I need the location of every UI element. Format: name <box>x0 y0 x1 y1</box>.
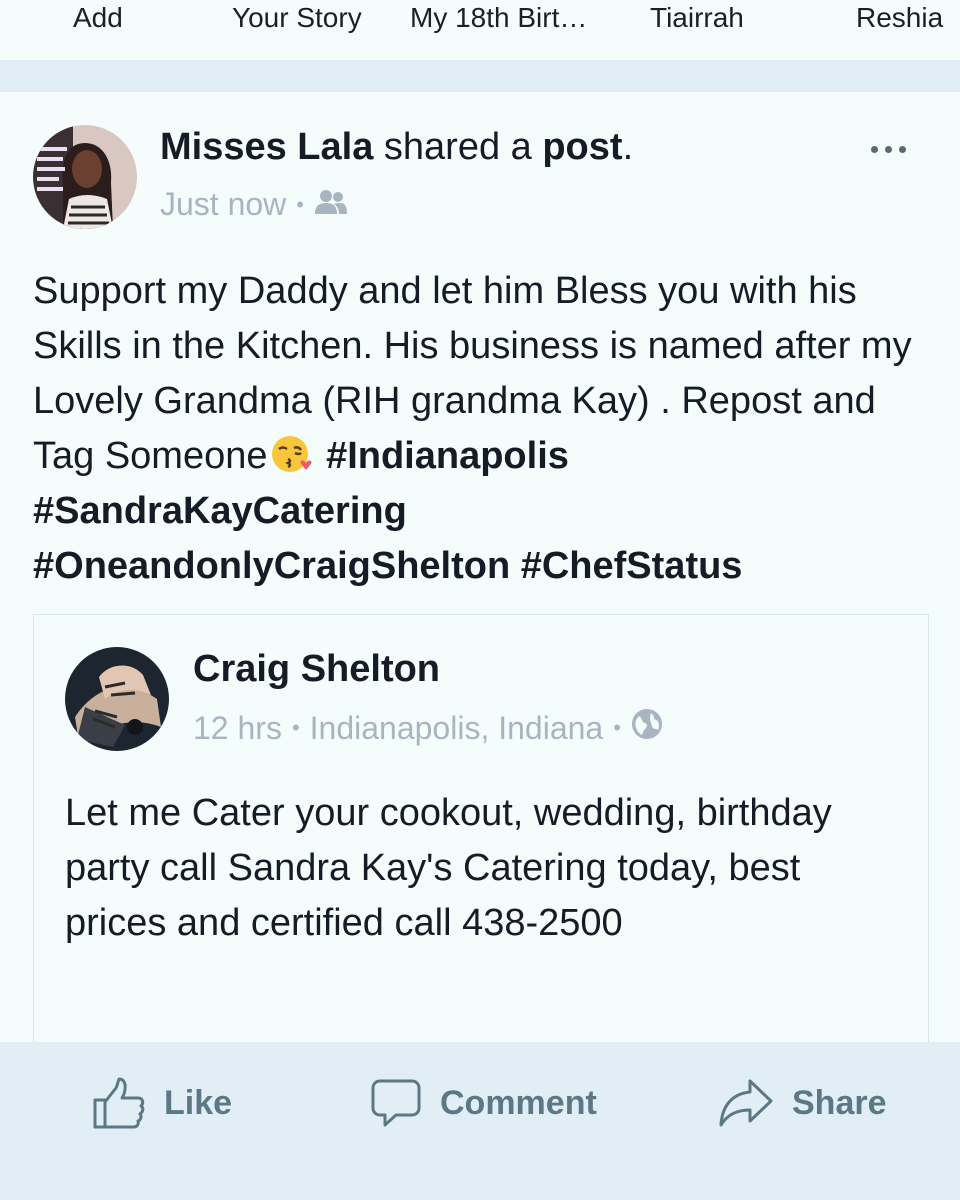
like-button[interactable]: Like <box>92 1074 232 1132</box>
shared-meta: 12 hrs • Indianapolis, Indiana • <box>193 708 663 748</box>
more-dot <box>898 145 906 153</box>
shared-author-avatar[interactable] <box>65 647 169 751</box>
globe-icon[interactable] <box>631 708 663 748</box>
hashtag-chefstatus[interactable]: #ChefStatus <box>521 545 743 587</box>
story-add[interactable]: Add <box>73 2 123 34</box>
action-end: . <box>622 126 634 168</box>
post-body: Support my Daddy and let him Bless you w… <box>33 264 933 594</box>
friends-icon[interactable] <box>314 186 348 223</box>
kissing-face-emoji-icon <box>268 434 316 474</box>
shared-location[interactable]: Indianapolis, Indiana <box>310 710 604 747</box>
share-button[interactable]: Share <box>718 1074 887 1132</box>
post-meta: Just now • <box>160 186 348 223</box>
like-label: Like <box>164 1083 233 1122</box>
stories-strip: Add Your Story My 18th Birt… Tiairrah Re… <box>0 0 960 60</box>
comment-bubble-icon <box>371 1079 421 1127</box>
post-time[interactable]: Just now <box>160 186 286 223</box>
feed-separator <box>0 60 960 92</box>
shared-author-name[interactable]: Craig Shelton <box>193 648 440 691</box>
hashtag-oneandonlycraigshelton[interactable]: #OneandonlyCraigShelton <box>33 545 510 587</box>
thumbs-up-icon <box>93 1077 145 1129</box>
action-object-link[interactable]: post <box>542 126 622 168</box>
post-header: Misses Lala shared a post. <box>160 126 633 169</box>
meta-separator: • <box>296 191 304 217</box>
story-tiairrah[interactable]: Tiairrah <box>650 2 744 34</box>
meta-separator: • <box>291 715 300 740</box>
more-dots-icon[interactable] <box>858 136 918 162</box>
more-dot <box>884 145 892 153</box>
meta-separator: • <box>613 715 621 740</box>
share-label: Share <box>792 1083 887 1122</box>
hashtag-sandrakaycatering[interactable]: #SandraKayCatering <box>33 490 407 532</box>
shared-post-text: Let me Cater your cookout, wedding, birt… <box>65 792 832 944</box>
more-dot <box>870 145 878 153</box>
story-reshia[interactable]: Reshia <box>856 2 943 34</box>
comment-label: Comment <box>440 1083 597 1122</box>
author-name[interactable]: Misses Lala <box>160 126 373 168</box>
shared-time[interactable]: 12 hrs <box>193 710 282 747</box>
share-arrow-icon <box>719 1079 773 1127</box>
comment-button[interactable]: Comment <box>370 1074 597 1132</box>
hashtag-indianapolis[interactable]: #Indianapolis <box>326 435 569 477</box>
action-text: shared a <box>373 126 543 168</box>
author-avatar[interactable] <box>33 125 137 229</box>
story-your-story[interactable]: Your Story <box>232 2 362 34</box>
story-my-18th-birthday[interactable]: My 18th Birt… <box>410 2 587 34</box>
